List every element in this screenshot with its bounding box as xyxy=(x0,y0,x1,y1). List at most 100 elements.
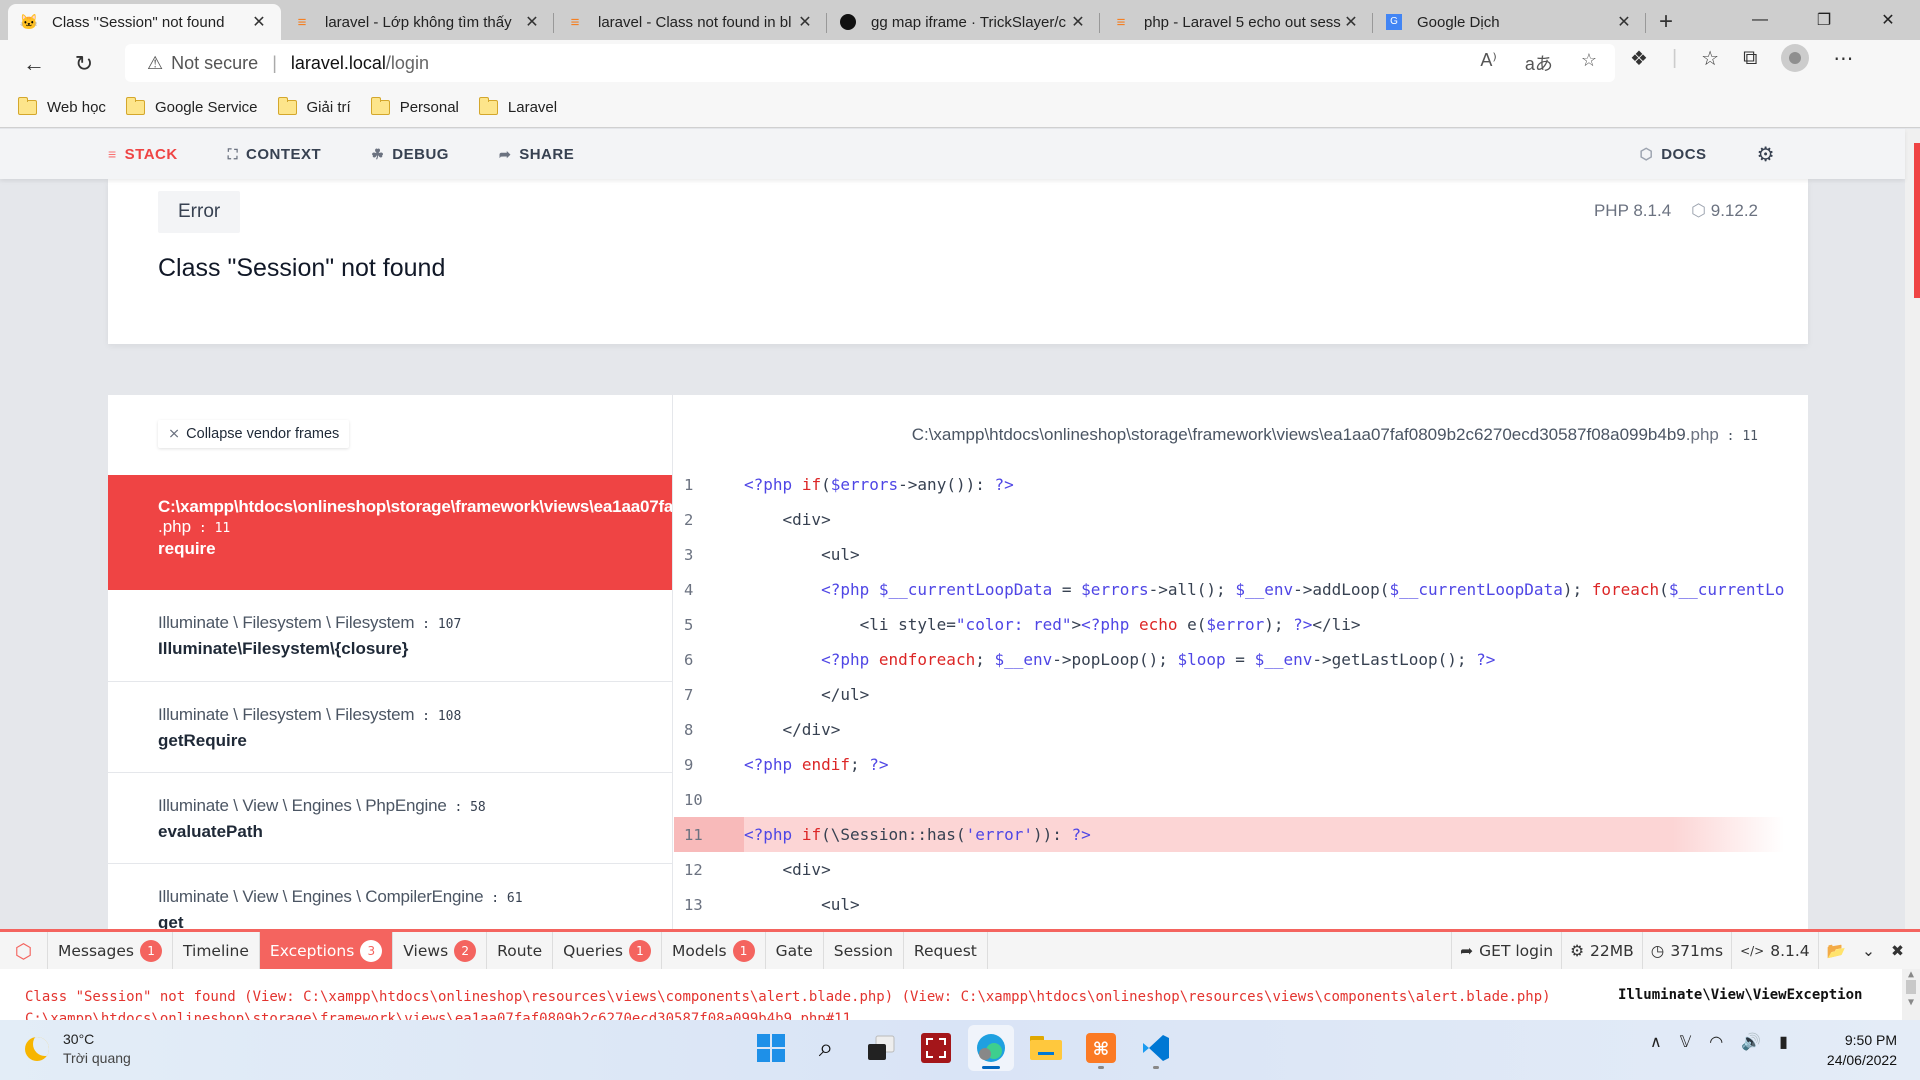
debugbar-tab-timeline[interactable]: Timeline xyxy=(173,932,260,969)
debugbar-tab-route[interactable]: Route xyxy=(487,932,554,969)
address-bar[interactable]: ⚠ Not secure | laravel.local/login A⁾ aあ… xyxy=(125,44,1615,82)
code-line[interactable]: 9 <?php endif; ?> xyxy=(674,747,1784,782)
debugbar-tab-messages[interactable]: Messages 1 xyxy=(48,932,174,969)
snipping-tool-button[interactable] xyxy=(913,1025,959,1071)
page-scrollbar[interactable] xyxy=(1905,129,1920,929)
code-line[interactable]: 11 <?php if(\Session::has('error')): ?> xyxy=(674,817,1784,852)
browser-tab[interactable]: ≡ laravel - Class not found in bl ✕ xyxy=(554,4,827,40)
browser-tab[interactable]: gg map iframe · TrickSlayer/c ✕ xyxy=(827,4,1100,40)
code-line[interactable]: 12 <div> xyxy=(674,852,1784,887)
maximize-button[interactable]: ❐ xyxy=(1792,0,1856,40)
nav-tab-debug[interactable]: ☘ DEBUG xyxy=(371,146,449,163)
code-line[interactable]: 3 <ul> xyxy=(674,537,1784,572)
bookmark-folder[interactable]: Laravel xyxy=(478,97,557,116)
debugbar-tab-views[interactable]: Views 2 xyxy=(393,932,488,969)
bookmark-folder[interactable]: Personal xyxy=(370,97,459,116)
code-line[interactable]: 7 </ul> xyxy=(674,677,1784,712)
debugbar-tab-session[interactable]: Session xyxy=(824,932,904,969)
close-tab-icon[interactable]: ✕ xyxy=(1341,12,1361,32)
debugbar-tab-exceptions[interactable]: Exceptions 3 xyxy=(259,932,394,969)
read-aloud-icon[interactable]: A⁾ xyxy=(1480,50,1496,76)
task-view-button[interactable] xyxy=(858,1025,904,1071)
stack-frame[interactable]: Illuminate \ Filesystem \ Filesystem : 1… xyxy=(108,682,672,773)
browser-tab[interactable]: ≡ php - Laravel 5 echo out sess ✕ xyxy=(1100,4,1373,40)
debugbar-tab-queries[interactable]: Queries 1 xyxy=(553,932,662,969)
open-button[interactable]: 📂 xyxy=(1817,932,1854,969)
code-line[interactable]: 2 <div> xyxy=(674,502,1784,537)
close-window-button[interactable]: ✕ xyxy=(1856,0,1920,40)
code-line[interactable]: 6 <?php endforeach; $__env->popLoop(); $… xyxy=(674,642,1784,677)
browser-toolbar: ← ↻ ⚠ Not secure | laravel.local/login A… xyxy=(0,40,1920,88)
gear-icon[interactable]: ⚙ xyxy=(1757,142,1775,167)
battery-icon[interactable]: ▮ xyxy=(1779,1032,1788,1052)
docs-label: DOCS xyxy=(1661,145,1707,163)
close-tab-icon[interactable]: ✕ xyxy=(249,12,269,32)
code-line[interactable]: 8 </div> xyxy=(674,712,1784,747)
browser-tab[interactable]: 🐱 Class "Session" not found ✕ xyxy=(8,4,281,40)
code-line[interactable]: 5 <li style="color: red"><?php echo e($e… xyxy=(674,607,1784,642)
laravel-logo-icon[interactable]: ⬡ xyxy=(0,932,48,969)
request-info[interactable]: ➦ GET login xyxy=(1451,932,1561,969)
scrollbar-thumb[interactable] xyxy=(1914,143,1920,298)
new-tab-button[interactable]: + xyxy=(1646,4,1686,40)
start-button[interactable] xyxy=(748,1025,794,1071)
code-line[interactable]: 13 <ul> xyxy=(674,887,1784,922)
nav-tab-context[interactable]: ⛶ CONTEXT xyxy=(228,146,321,163)
stack-frame[interactable]: Illuminate \ View \ Engines \ PhpEngine … xyxy=(108,773,672,864)
bookmark-folder[interactable]: Web học xyxy=(18,97,106,116)
vscode-button[interactable] xyxy=(1133,1025,1179,1071)
collections-icon[interactable]: ⧉ xyxy=(1743,47,1757,70)
bookmark-folder[interactable]: Giải trí xyxy=(277,97,351,116)
error-meta: PHP 8.1.4 ⬡ 9.12.2 xyxy=(1594,201,1758,221)
add-favorite-icon[interactable]: ☆ xyxy=(1581,50,1597,76)
xampp-button[interactable]: ⌘ xyxy=(1078,1025,1124,1071)
search-button[interactable]: ⌕ xyxy=(803,1025,849,1071)
exception-message[interactable]: Class "Session" not found (View: C:\xamp… xyxy=(25,989,1551,1005)
clock[interactable]: 9:50 PM 24/06/2022 xyxy=(1827,1030,1897,1070)
stack-frame[interactable]: C:\xampp\htdocs\onlineshop\storage\frame… xyxy=(108,475,672,590)
panel-scrollbar[interactable]: ▲ ▼ xyxy=(1902,969,1920,1020)
volume-icon[interactable]: 🔊 xyxy=(1741,1032,1761,1052)
debugbar-tab-models[interactable]: Models 1 xyxy=(662,932,766,969)
vpn-icon[interactable]: 𝕍 xyxy=(1680,1032,1692,1052)
favorites-icon[interactable]: ☆ xyxy=(1701,46,1719,71)
file-explorer-button[interactable] xyxy=(1023,1025,1069,1071)
stack-frame[interactable]: Illuminate \ View \ Engines \ CompilerEn… xyxy=(108,864,672,930)
close-tab-icon[interactable]: ✕ xyxy=(522,12,542,32)
profile-avatar[interactable] xyxy=(1781,44,1810,72)
close-tab-icon[interactable]: ✕ xyxy=(1068,12,1088,32)
debugbar-tab-request[interactable]: Request xyxy=(904,932,988,969)
reload-button[interactable]: ↻ xyxy=(64,44,104,84)
weather-widget[interactable]: 30°C Trời quang xyxy=(25,1030,131,1068)
docs-link[interactable]: ⬡ DOCS xyxy=(1640,145,1707,164)
bookmark-folder[interactable]: Google Service xyxy=(125,97,258,116)
laravel-version-wrap: ⬡ 9.12.2 xyxy=(1691,201,1758,221)
code-file-path[interactable]: C:\xampp\htdocs\onlineshop\storage\frame… xyxy=(912,425,1758,445)
cogs-icon: ⚙ xyxy=(1570,941,1585,960)
chevron-up-icon[interactable]: ∧ xyxy=(1650,1032,1662,1052)
code-line[interactable]: 10 xyxy=(674,782,1784,817)
close-tab-icon[interactable]: ✕ xyxy=(795,12,815,32)
minimize-button[interactable]: — xyxy=(1728,0,1792,40)
code-line[interactable]: 1 <?php if($errors->any()): ?> xyxy=(674,467,1784,502)
minimize-debugbar-button[interactable]: ⌄ xyxy=(1854,932,1883,969)
browser-tab[interactable]: G Google Dịch ✕ xyxy=(1373,4,1646,40)
close-tab-icon[interactable]: ✕ xyxy=(1614,12,1634,32)
code-line[interactable]: 4 <?php $__currentLoopData = $errors->al… xyxy=(674,572,1784,607)
nav-tab-stack[interactable]: ≡ STACK xyxy=(108,146,178,163)
close-debugbar-button[interactable]: ✖ xyxy=(1883,932,1912,969)
bookmarks-bar: Web học Google Service Giải trí Personal Lar… xyxy=(0,88,1920,128)
security-label[interactable]: Not secure xyxy=(171,53,258,74)
translate-icon[interactable]: aあ xyxy=(1525,50,1553,76)
frame-location: Illuminate \ View \ Engines \ CompilerEn… xyxy=(158,887,672,907)
edge-button[interactable] xyxy=(968,1025,1014,1071)
collapse-vendor-frames-button[interactable]: ⨯ Collapse vendor frames xyxy=(158,420,350,448)
back-button[interactable]: ← xyxy=(14,44,54,84)
browser-tab[interactable]: ≡ laravel - Lớp không tìm thấy ✕ xyxy=(281,4,554,40)
wifi-icon[interactable]: ◠ xyxy=(1709,1032,1723,1052)
nav-tab-share[interactable]: ➦ SHARE xyxy=(499,146,574,163)
debugbar-tab-gate[interactable]: Gate xyxy=(766,932,824,969)
more-menu-icon[interactable]: ⋯ xyxy=(1833,46,1853,71)
extensions-icon[interactable]: ❖ xyxy=(1630,46,1648,71)
stack-frame[interactable]: Illuminate \ Filesystem \ Filesystem : 1… xyxy=(108,590,672,682)
